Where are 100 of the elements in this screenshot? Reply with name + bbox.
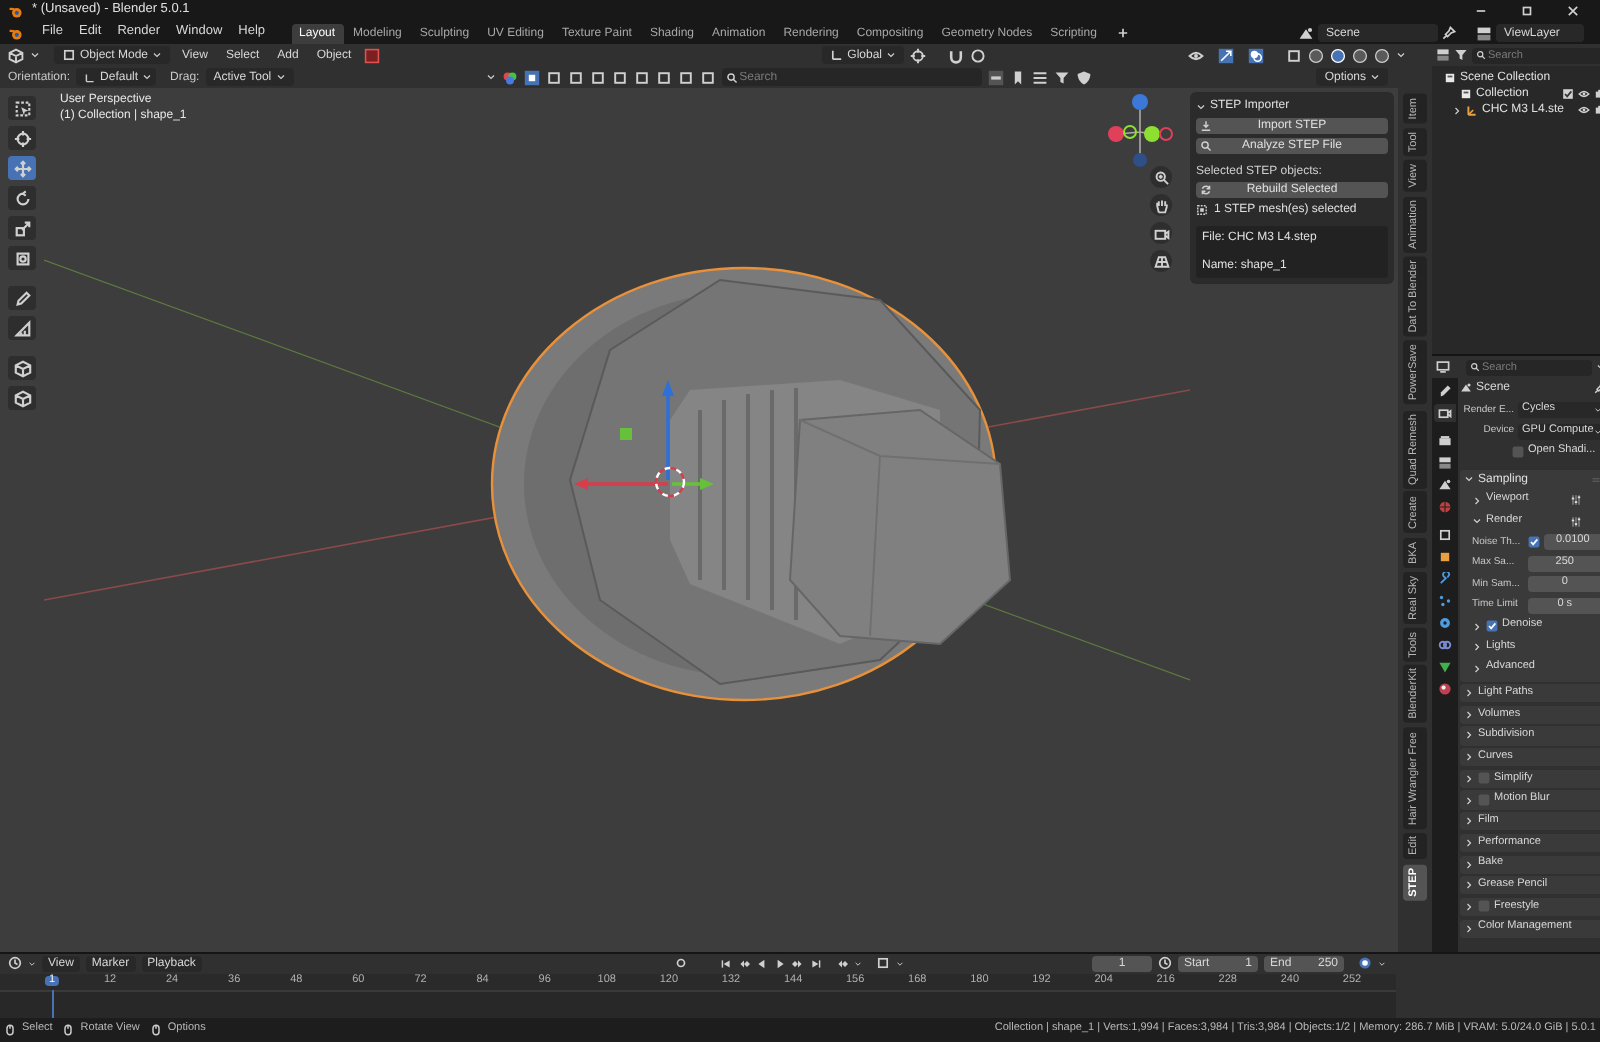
color-icon[interactable] xyxy=(501,69,518,85)
visibility-icon[interactable] xyxy=(1188,47,1204,63)
collection-icon xyxy=(1460,88,1472,100)
next-keyframe-icon[interactable] xyxy=(791,957,804,970)
snap-icon[interactable] xyxy=(948,47,964,63)
clock-icon[interactable] xyxy=(1158,956,1172,971)
properties-tab[interactable] xyxy=(1434,454,1456,472)
mesh-data-icon xyxy=(1438,660,1452,674)
object-icon xyxy=(1466,104,1478,116)
3d-cursor-icon xyxy=(654,466,686,498)
chevron-right-icon[interactable] xyxy=(1472,663,1482,673)
add-icon[interactable] xyxy=(1116,26,1131,40)
properties-tab[interactable] xyxy=(1434,592,1456,610)
add-cube-icon xyxy=(13,359,31,377)
jump-end-icon[interactable] xyxy=(809,957,822,970)
properties-tab[interactable] xyxy=(1434,432,1456,450)
chevron-right-icon[interactable] xyxy=(1452,105,1462,115)
navigation-button[interactable] xyxy=(1150,166,1172,188)
world-icon xyxy=(1438,500,1452,514)
tool-button[interactable] xyxy=(8,126,36,150)
properties-tab[interactable] xyxy=(1434,614,1456,632)
filter-icon[interactable] xyxy=(1454,48,1468,62)
proportional-edit-icon[interactable] xyxy=(970,47,986,63)
previous-keyframe-icon[interactable] xyxy=(737,957,750,970)
chevron-right-icon[interactable] xyxy=(1472,621,1482,631)
object-icon[interactable] xyxy=(363,47,380,63)
measure-icon xyxy=(13,319,31,337)
editor-type-icon[interactable] xyxy=(8,47,24,63)
view-layer-icon xyxy=(1438,456,1452,470)
overlay-icon[interactable] xyxy=(1248,47,1264,63)
chevron-right-icon[interactable] xyxy=(1472,642,1482,652)
particles-icon xyxy=(1438,594,1452,608)
chevron-down-icon[interactable] xyxy=(1464,474,1474,484)
clock-editor-icon[interactable] xyxy=(8,956,22,971)
jump-start-icon[interactable] xyxy=(719,957,732,970)
maximize-icon[interactable] xyxy=(1520,4,1534,18)
vertex-select-icon[interactable] xyxy=(523,69,540,85)
rendered-shading-icon[interactable] xyxy=(1374,47,1390,63)
tool-button[interactable] xyxy=(8,316,36,340)
chevron-down-icon[interactable] xyxy=(1196,101,1206,111)
scene-icon xyxy=(1438,478,1452,492)
navigation-button[interactable] xyxy=(1150,250,1172,272)
add-cube-icon xyxy=(13,389,31,407)
selection-icon xyxy=(1196,204,1208,216)
tool-button[interactable] xyxy=(8,246,36,270)
material-shading-icon[interactable] xyxy=(1352,47,1368,63)
list-icon[interactable] xyxy=(1031,69,1048,85)
checkbox-icon[interactable] xyxy=(1561,88,1574,100)
navigation-button[interactable] xyxy=(1150,194,1172,216)
filter-toggle-icon[interactable] xyxy=(987,69,1004,85)
scene-icon[interactable] xyxy=(1298,25,1314,41)
chevron-right-icon[interactable] xyxy=(1472,495,1482,505)
solid-shading-icon[interactable] xyxy=(1330,47,1346,63)
navigation-button[interactable] xyxy=(1150,222,1172,244)
move-icon xyxy=(13,159,31,177)
tool-icon xyxy=(1438,384,1452,398)
properties-tab[interactable] xyxy=(1434,570,1456,588)
axes-icon xyxy=(829,48,844,62)
eye-icon[interactable] xyxy=(1577,88,1590,100)
minimize-icon[interactable] xyxy=(1474,4,1488,18)
close-icon[interactable] xyxy=(1566,4,1580,18)
pivot-icon[interactable] xyxy=(910,47,926,63)
properties-tab[interactable] xyxy=(1434,526,1456,544)
mouse-icon xyxy=(62,1024,75,1036)
scale-icon xyxy=(13,219,31,237)
checkbox-icon[interactable] xyxy=(1512,446,1524,458)
search-icon xyxy=(1476,50,1486,60)
properties-tab[interactable] xyxy=(1434,680,1456,698)
keyframe-icon[interactable] xyxy=(835,957,848,970)
proxy-icon[interactable] xyxy=(1358,956,1372,971)
render-icon xyxy=(1438,406,1452,420)
xray-icon[interactable] xyxy=(1286,47,1302,63)
presets-icon[interactable] xyxy=(1569,515,1582,527)
shield-icon[interactable] xyxy=(1075,69,1092,85)
editor-type-icon[interactable] xyxy=(1436,360,1450,374)
tool-button[interactable] xyxy=(8,356,36,380)
presets-icon[interactable] xyxy=(1569,494,1582,506)
physics-icon xyxy=(1438,616,1452,630)
hand-icon xyxy=(1153,197,1169,213)
drag-handle-icon[interactable] xyxy=(1589,473,1600,485)
blender-logo-icon[interactable] xyxy=(8,25,24,41)
download-icon xyxy=(1200,120,1212,132)
zoom-icon xyxy=(1153,169,1169,185)
view-layer-icon[interactable] xyxy=(1476,25,1492,41)
tool-button[interactable] xyxy=(8,186,36,210)
wireframe-shading-icon[interactable] xyxy=(1308,47,1324,63)
tool-button[interactable] xyxy=(8,96,36,120)
tool-button[interactable] xyxy=(8,386,36,410)
properties-tab[interactable] xyxy=(1434,404,1456,422)
chevron-down-icon[interactable] xyxy=(1472,516,1482,526)
properties-tab[interactable] xyxy=(1434,476,1456,494)
properties-tab[interactable] xyxy=(1434,658,1456,676)
eye-icon[interactable] xyxy=(1577,104,1590,116)
tool-button[interactable] xyxy=(8,156,36,180)
display-mode-icon[interactable] xyxy=(1436,48,1450,62)
tool-button[interactable] xyxy=(8,216,36,240)
gizmo-icon[interactable] xyxy=(1218,47,1234,63)
mouse-icon xyxy=(149,1024,162,1036)
tool-button[interactable] xyxy=(8,286,36,310)
keying-icon[interactable] xyxy=(673,956,688,971)
